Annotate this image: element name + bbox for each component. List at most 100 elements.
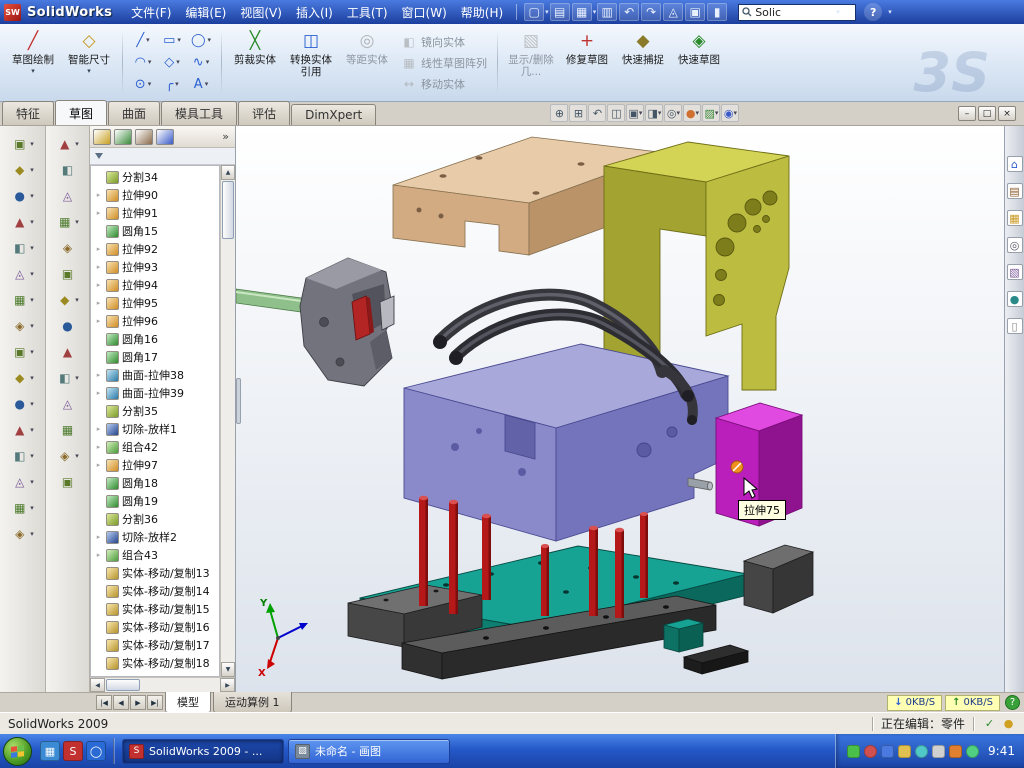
zoom-previous-button[interactable]: ↶ [588,104,606,122]
go-next-button[interactable]: ▶ [130,695,146,710]
command-tab-5[interactable]: DimXpert [291,104,376,125]
view-orientation-button[interactable]: ▣▾ [626,104,644,122]
move-copy-body-button[interactable]: ▦ [59,422,76,439]
command-tab-0[interactable]: 特征 [2,101,54,125]
tree-item-17[interactable]: 圆角18 [91,474,219,492]
open-icon[interactable]: ▤ [550,3,570,21]
command-tab-1[interactable]: 草图 [55,100,107,125]
line-tool-button[interactable]: ◧▾ [11,240,34,257]
horizontal-scrollbar[interactable]: ◀ ▶ [90,677,235,692]
go-first-button[interactable]: |◀ [96,695,112,710]
grid-button[interactable]: ◆▾ [11,162,34,179]
redo-icon[interactable]: ↷ [641,3,661,21]
tree-item-6[interactable]: ▸拉伸94 [91,276,219,294]
ellipse-button[interactable]: ⊙▾ [129,74,157,95]
tree-item-0[interactable]: 分割34 [91,168,219,186]
battery-tray-icon[interactable] [966,745,979,758]
appearances-tab[interactable]: ● [1007,291,1023,307]
network-tray-icon[interactable] [864,745,877,758]
sketch-button[interactable]: ╱草图绘制▾ [6,27,60,98]
search-box[interactable]: ▾ [738,4,856,21]
relations-tool-button[interactable]: ◈▾ [11,526,34,543]
tree-item-7[interactable]: ▸拉伸95 [91,294,219,312]
menu-item-2[interactable]: 视图(V) [233,1,289,24]
panel-splitter-handle[interactable] [236,378,241,424]
scrollbar-thumb[interactable] [222,181,234,239]
menu-item-3[interactable]: 插入(I) [289,1,340,24]
sketch-fillet-button[interactable]: ╭▾ [158,74,186,95]
expand-arrow-icon[interactable]: ▸ [94,263,103,271]
appearance-button[interactable]: ●▾ [683,104,701,122]
menu-item-1[interactable]: 编辑(E) [178,1,233,24]
camera-button[interactable]: ◉▾ [721,104,739,122]
pattern-tool-button[interactable]: ▦▾ [11,500,34,517]
menu-item-5[interactable]: 窗口(W) [395,1,454,24]
select-button[interactable]: ▣▾ [11,136,34,153]
tree-item-9[interactable]: 圆角16 [91,330,219,348]
scroll-right-button[interactable]: ▶ [220,678,235,692]
go-last-button[interactable]: ▶| [147,695,163,710]
convert-tool-button[interactable]: ▲▾ [11,422,34,439]
internet-icon[interactable]: ◯ [86,741,106,761]
scroll-up-button[interactable]: ▲ [221,165,235,180]
trim-tool-button[interactable]: ●▾ [11,396,34,413]
loft-button[interactable]: ▦▾ [56,214,79,231]
expand-arrow-icon[interactable]: ▸ [94,533,103,541]
quick-snaps-button[interactable]: ◆快速捕捉 [616,27,670,98]
expand-arrow-icon[interactable]: ▸ [94,371,103,379]
model-tab-0[interactable]: 模型 [165,692,211,713]
color-swatch-icon[interactable]: ▮ [707,3,727,21]
spline-button[interactable]: ∿▾ [187,52,215,73]
point-tool-button[interactable]: ◆▾ [11,370,34,387]
tree-item-25[interactable]: 实体-移动/复制16 [91,618,219,636]
dropdown-arrow-icon[interactable]: ▾ [545,9,549,16]
new-document-icon[interactable]: ▢ [524,3,544,21]
rebuild-icon[interactable]: ◬ [663,3,683,21]
design-library-tab[interactable]: ▤ [1007,183,1023,199]
expand-arrow-icon[interactable]: ▸ [94,461,103,469]
file-explorer-tab[interactable]: ▦ [1007,210,1023,226]
text-button[interactable]: A▾ [187,74,215,95]
tree-item-16[interactable]: ▸拉伸97 [91,456,219,474]
sketch-entity-button[interactable]: ●▾ [11,188,34,205]
shell-button[interactable]: ◆▾ [56,292,79,309]
scene-button[interactable]: ▨▾ [702,104,720,122]
fillet-feature-button[interactable]: ◈ [59,240,76,257]
undo-icon[interactable]: ↶ [619,3,639,21]
scrollbar-track[interactable] [221,240,235,662]
feature-manager-tab[interactable] [93,129,111,145]
curve-tool-button[interactable]: ▣ [59,474,76,491]
home-tab[interactable]: ⌂ [1007,156,1023,172]
circle-button[interactable]: ◯▾ [187,30,215,51]
scrollbar-thumb[interactable] [106,679,140,691]
tree-item-1[interactable]: ▸拉伸90 [91,186,219,204]
configuration-manager-tab[interactable] [135,129,153,145]
language-tray-icon[interactable] [847,745,860,758]
search-dropdown-icon[interactable]: ▾ [836,9,840,16]
taskbar-button-0[interactable]: SSolidWorks 2009 - ... [122,739,284,764]
tree-item-3[interactable]: 圆角15 [91,222,219,240]
pattern-feature-button[interactable]: ◬ [59,396,76,413]
zoom-fit-button[interactable]: ⊕ [550,104,568,122]
centerpoint-arc-button[interactable]: ◠▾ [129,52,157,73]
volume-tray-icon[interactable] [881,745,894,758]
circle-tool-button[interactable]: ◬▾ [11,266,34,283]
close-button[interactable]: × [998,106,1016,121]
model-tab-1[interactable]: 运动算例 1 [213,692,292,713]
save-icon[interactable]: ▦ [572,3,592,21]
restore-button[interactable]: □ [978,106,996,121]
extrude-boss-button[interactable]: ▲▾ [56,136,79,153]
tree-item-13[interactable]: 分割35 [91,402,219,420]
expand-arrow-icon[interactable]: ▸ [94,209,103,217]
options-icon[interactable]: ▣ [685,3,705,21]
tree-item-14[interactable]: ▸切除-放样1 [91,420,219,438]
tree-item-8[interactable]: ▸拉伸96 [91,312,219,330]
dimxpert-manager-tab[interactable] [156,129,174,145]
tree-item-21[interactable]: ▸组合43 [91,546,219,564]
help-button[interactable]: ? [864,3,882,21]
menu-item-6[interactable]: 帮助(H) [454,1,510,24]
expand-arrow-icon[interactable]: ▸ [94,443,103,451]
taskbar-clock[interactable]: 9:41 [988,744,1015,758]
expand-arrow-icon[interactable]: ▸ [94,191,103,199]
expand-arrow-icon[interactable]: ▸ [94,281,103,289]
